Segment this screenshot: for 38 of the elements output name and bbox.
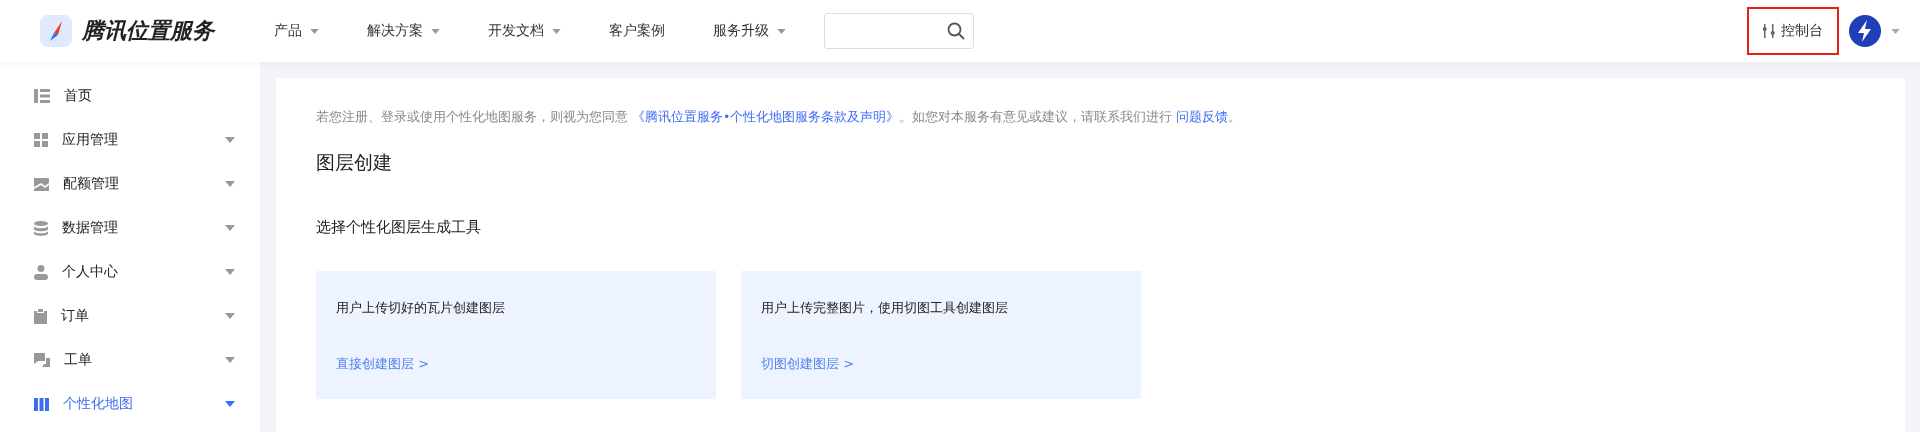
sidebar-item[interactable]: 工单 [0, 338, 260, 382]
sidebar-item[interactable]: 首页 [0, 74, 260, 118]
sidebar-item[interactable]: 配额管理 [0, 162, 260, 206]
search-field[interactable] [824, 13, 974, 49]
sliders-icon [1763, 24, 1775, 38]
nav-link[interactable]: 客户案例 [609, 22, 665, 40]
compass-logo-icon [40, 15, 72, 47]
grid-icon [34, 133, 48, 147]
database-icon [34, 220, 48, 236]
search-icon [947, 22, 965, 40]
caret-icon [1891, 28, 1900, 34]
card-description: 用户上传切好的瓦片创建图层 [336, 299, 506, 317]
terms-link[interactable]: 《腾讯位置服务•个性化地图服务条款及声明》 [632, 109, 900, 124]
sidebar-item[interactable]: 应用管理 [0, 118, 260, 162]
nav-link[interactable]: 服务升级 [713, 22, 786, 40]
section-subtitle: 选择个性化图层生成工具 [316, 218, 482, 237]
page-title: 图层创建 [316, 150, 393, 175]
sidebar-item[interactable]: 数据管理 [0, 206, 260, 250]
nav-link[interactable]: 解决方案 [367, 22, 440, 40]
nav-link[interactable]: 开发文档 [488, 22, 561, 40]
sidebar-item[interactable]: 个性化地图 [0, 382, 260, 426]
card-link[interactable]: 直接创建图层 > [336, 355, 696, 373]
terms-notice: 若您注册、登录或使用个性化地图服务，则视为您同意 《腾讯位置服务•个性化地图服务条款及声明》。如您对本服务有意见或建议，请联系我们进行 问题反馈。 [316, 109, 1243, 126]
user-icon [34, 264, 48, 280]
clipboard-icon [34, 308, 47, 324]
card-link[interactable]: 切图创建图层 > [761, 355, 1121, 373]
sidebar-item[interactable]: 订单 [0, 294, 260, 338]
console-button[interactable]: 控制台 [1747, 7, 1839, 55]
list-icon [34, 89, 50, 103]
map-icon [34, 397, 49, 411]
chart-icon [34, 177, 49, 191]
nav-link[interactable]: 产品 [274, 22, 319, 40]
card-description: 用户上传完整图片，使用切图工具创建图层 [761, 299, 1009, 317]
sidebar-item[interactable]: 个人中心 [0, 250, 260, 294]
lightning-avatar-icon[interactable] [1849, 15, 1881, 47]
feedback-link[interactable]: 问题反馈 [1176, 109, 1229, 124]
chat-icon [34, 353, 50, 367]
brand-name: 腾讯位置服务 [82, 17, 214, 45]
